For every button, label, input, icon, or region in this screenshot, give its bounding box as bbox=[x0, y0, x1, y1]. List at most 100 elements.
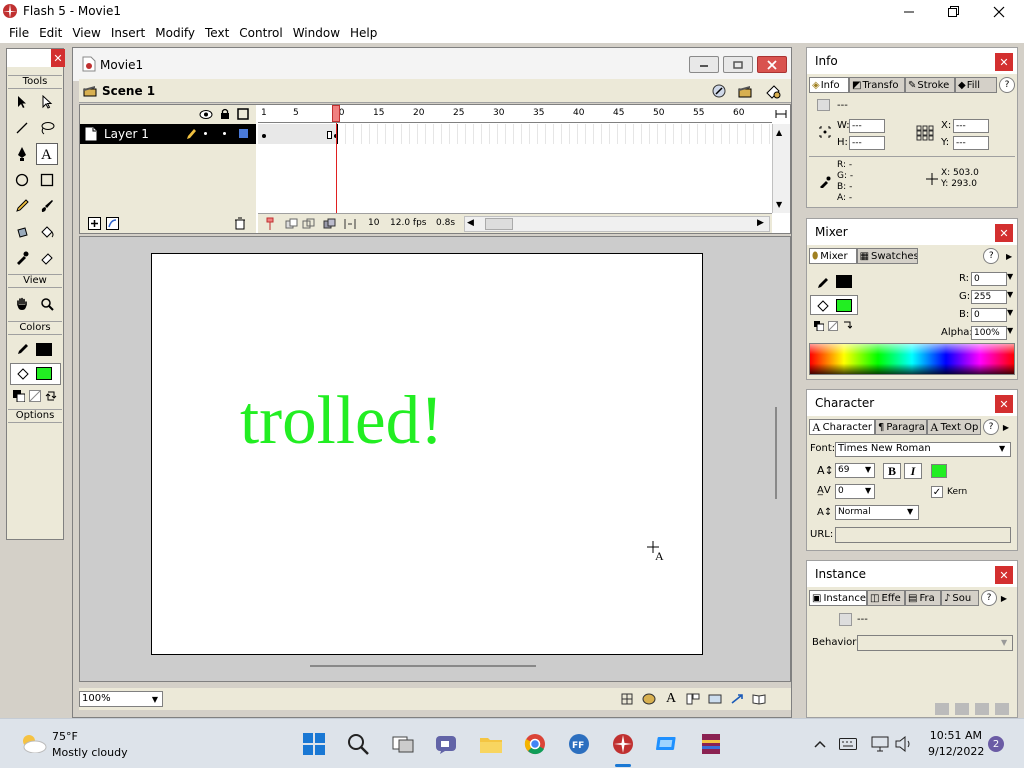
edit-symbol-icon[interactable] bbox=[975, 703, 989, 715]
bold-button[interactable]: B bbox=[883, 463, 901, 479]
minimize-button[interactable] bbox=[886, 0, 932, 23]
info-close-button[interactable]: ✕ bbox=[995, 53, 1013, 71]
file-explorer-icon[interactable] bbox=[474, 729, 508, 759]
tab-info[interactable]: ◈ Info bbox=[809, 77, 849, 93]
character-panel-launcher-icon[interactable]: A bbox=[663, 691, 679, 707]
movie-maximize-button[interactable] bbox=[723, 56, 753, 73]
library-launcher-icon[interactable] bbox=[751, 691, 767, 707]
stroke-color-swatch[interactable] bbox=[36, 343, 52, 356]
mixer-b-arrow-icon[interactable]: ▼ bbox=[1007, 308, 1013, 317]
layer-edit-pencil-icon[interactable] bbox=[184, 127, 198, 141]
swap-symbol-icon[interactable] bbox=[935, 703, 949, 715]
default-colors-icon[interactable] bbox=[12, 389, 26, 403]
character-options-arrow-icon[interactable]: ▶ bbox=[1001, 419, 1011, 435]
app-window-icon[interactable] bbox=[650, 729, 684, 759]
hand-tool-icon[interactable] bbox=[11, 293, 33, 315]
info-x-field[interactable]: --- bbox=[953, 119, 989, 133]
menu-view[interactable]: View bbox=[70, 23, 106, 43]
movie-minimize-button[interactable] bbox=[689, 56, 719, 73]
arrow-tool-icon[interactable] bbox=[11, 91, 33, 113]
menu-help[interactable]: Help bbox=[348, 23, 383, 43]
mixer-panel-launcher-icon[interactable] bbox=[641, 691, 657, 707]
network-icon[interactable] bbox=[870, 735, 890, 753]
color-spectrum-picker[interactable] bbox=[809, 343, 1015, 375]
layer-row-layer-1[interactable]: Layer 1 bbox=[80, 124, 256, 144]
clock-time[interactable]: 10:51 AM bbox=[928, 729, 982, 742]
mixer-stroke-swatch[interactable] bbox=[836, 275, 852, 288]
tab-effect[interactable]: ◫ Effe bbox=[867, 590, 905, 606]
brush-tool-icon[interactable] bbox=[36, 195, 58, 217]
timeline-hscroll[interactable]: ◀ ▶ bbox=[464, 216, 770, 232]
fill-color-swatch[interactable] bbox=[36, 367, 52, 380]
layer-outline-color-box[interactable] bbox=[239, 129, 248, 138]
delete-layer-trash-icon[interactable] bbox=[232, 215, 248, 231]
italic-button[interactable]: I bbox=[904, 463, 922, 479]
playhead[interactable] bbox=[332, 105, 340, 122]
edit-multiple-frames-icon[interactable] bbox=[322, 216, 338, 232]
task-view-icon[interactable] bbox=[386, 729, 420, 759]
mixer-r-arrow-icon[interactable]: ▼ bbox=[1007, 272, 1013, 281]
mixer-close-button[interactable]: ✕ bbox=[995, 224, 1013, 242]
oval-tool-icon[interactable] bbox=[11, 169, 33, 191]
keyframe-span[interactable] bbox=[258, 124, 338, 144]
movie-close-button[interactable] bbox=[757, 56, 787, 73]
character-close-button[interactable]: ✕ bbox=[995, 395, 1013, 413]
tab-swatches[interactable]: ▦ Swatches bbox=[856, 248, 918, 264]
info-h-field[interactable]: --- bbox=[849, 136, 885, 150]
menu-modify[interactable]: Modify bbox=[153, 23, 201, 43]
scroll-right-icon[interactable]: ▶ bbox=[757, 218, 764, 228]
tab-fill[interactable]: ◆ Fill bbox=[955, 77, 997, 93]
mixer-r-field[interactable]: 0 bbox=[971, 272, 1007, 286]
start-windows-icon[interactable] bbox=[297, 729, 331, 759]
no-color-icon[interactable] bbox=[28, 389, 42, 403]
zoom-dropdown-arrow-icon[interactable]: ▼ bbox=[149, 693, 161, 705]
onion-skin-outlines-icon[interactable] bbox=[301, 216, 317, 232]
actions-panel-launcher-icon[interactable] bbox=[729, 691, 745, 707]
mixer-no-color-icon[interactable] bbox=[827, 320, 839, 332]
behavior-select[interactable] bbox=[857, 635, 1013, 651]
mixer-g-field[interactable]: 255 bbox=[971, 290, 1007, 304]
close-button[interactable] bbox=[976, 0, 1022, 23]
ink-bottle-tool-icon[interactable] bbox=[11, 221, 33, 243]
behavior-dropdown-arrow-icon[interactable]: ▼ bbox=[1001, 638, 1007, 647]
swap-colors-icon[interactable] bbox=[44, 389, 58, 403]
layer-lock-dot[interactable] bbox=[223, 132, 226, 135]
notification-badge[interactable]: 2 bbox=[988, 736, 1004, 752]
info-w-field[interactable]: --- bbox=[849, 119, 885, 133]
scroll-down-icon[interactable]: ▼ bbox=[776, 200, 782, 209]
modify-onion-markers-icon[interactable] bbox=[342, 216, 358, 232]
lasso-tool-icon[interactable] bbox=[36, 117, 58, 139]
layer-visible-dot[interactable] bbox=[204, 132, 207, 135]
menu-insert[interactable]: Insert bbox=[109, 23, 151, 43]
tools-close-button[interactable]: ✕ bbox=[51, 49, 65, 67]
weather-cloud-icon[interactable] bbox=[18, 731, 48, 755]
ffdec-icon[interactable]: FF bbox=[562, 729, 596, 759]
instance-panel-launcher-icon[interactable] bbox=[685, 691, 701, 707]
tab-frame[interactable]: ▤ Fra bbox=[905, 590, 941, 606]
font-size-arrow-icon[interactable]: ▼ bbox=[865, 465, 871, 474]
lock-layers-icon[interactable] bbox=[218, 107, 232, 121]
text-tool-icon[interactable]: A bbox=[36, 143, 58, 165]
weather-temperature[interactable]: 75°F bbox=[52, 730, 78, 743]
menu-file[interactable]: File bbox=[7, 23, 35, 43]
menu-window[interactable]: Window bbox=[291, 23, 346, 43]
weather-description[interactable]: Mostly cloudy bbox=[52, 746, 128, 759]
paint-bucket-tool-icon[interactable] bbox=[36, 221, 58, 243]
tab-text-options[interactable]: A Text Op bbox=[927, 419, 981, 435]
font-dropdown-arrow-icon[interactable]: ▼ bbox=[999, 444, 1005, 453]
timeline-vscroll[interactable]: ▲ ▼ bbox=[772, 124, 790, 213]
rectangle-tool-icon[interactable] bbox=[36, 169, 58, 191]
subselect-tool-icon[interactable] bbox=[36, 91, 58, 113]
pen-tool-icon[interactable] bbox=[11, 143, 33, 165]
tab-sound[interactable]: ♪ Sou bbox=[941, 590, 979, 606]
eraser-tool-icon[interactable] bbox=[36, 247, 58, 269]
kern-checkbox[interactable]: ✓ bbox=[931, 486, 943, 498]
stage-canvas[interactable]: trolled! A bbox=[151, 253, 703, 655]
tracking-arrow-icon[interactable]: ▼ bbox=[865, 486, 871, 495]
info-y-field[interactable]: --- bbox=[953, 136, 989, 150]
scroll-up-icon[interactable]: ▲ bbox=[776, 128, 782, 137]
teams-chat-icon[interactable] bbox=[429, 729, 463, 759]
baseline-dropdown-arrow-icon[interactable]: ▼ bbox=[907, 507, 913, 516]
show-layers-eye-icon[interactable] bbox=[198, 108, 214, 120]
info-panel-launcher-icon[interactable] bbox=[619, 691, 635, 707]
